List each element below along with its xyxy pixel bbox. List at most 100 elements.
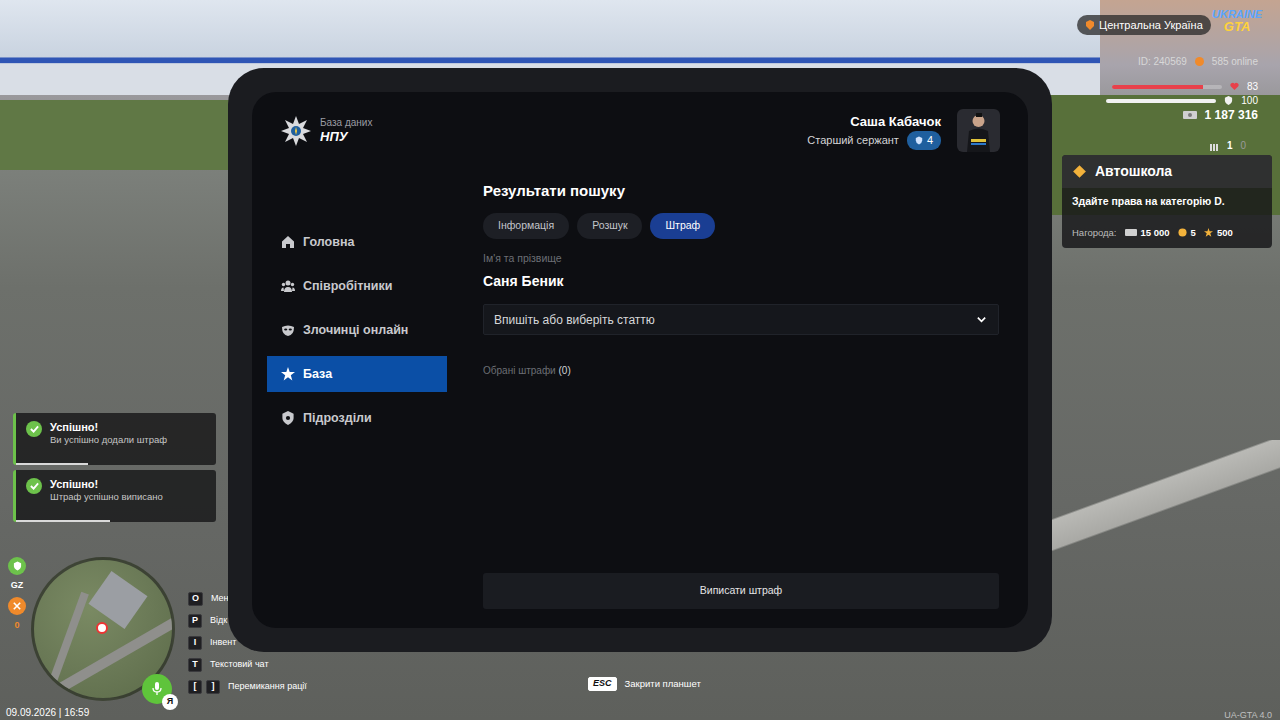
notification-timer (16, 520, 216, 522)
quest-rewards: Нагорода: 15 0005500 (1072, 226, 1262, 240)
sidebar-label: База (303, 365, 332, 384)
ammo-icon (1209, 141, 1219, 151)
shield-icon (281, 411, 295, 425)
armor-track (1106, 99, 1216, 103)
sidebar-label: Головна (303, 233, 354, 252)
version: UA-GTA 4.0 (1224, 709, 1272, 720)
key-cap: O (188, 592, 203, 606)
rank-level: 4 (907, 131, 941, 150)
key-hint-label: Мен (211, 592, 229, 606)
money: 1 187 316 (1183, 106, 1258, 124)
notification-body: Успішно!Штраф успішно виписано (50, 478, 163, 514)
quest-icon (1073, 165, 1086, 178)
sidebar-item[interactable]: Співробітники (267, 268, 447, 304)
issue-fine-button[interactable]: Виписати штраф (483, 573, 999, 609)
ammo-reserve: 0 (1240, 138, 1246, 153)
quest-text: Здайте права на категорію D. (1072, 194, 1262, 210)
people-icon (281, 279, 295, 293)
gangzone-icon (8, 557, 26, 575)
notification: Успішно!Ви успішно додали штраф (13, 413, 216, 465)
chosen-count: (0) (558, 365, 570, 376)
result-tab[interactable]: Штраф (650, 213, 715, 239)
esc-key: ESC (588, 677, 617, 691)
player-marker (96, 622, 108, 634)
sidebar-label: Злочинці онлайн (303, 321, 408, 340)
logo-bottom: GTA (1212, 20, 1262, 33)
result-tab[interactable]: Розшук (577, 213, 642, 239)
key-cap: P (188, 614, 202, 628)
map-building (89, 571, 148, 629)
microphone-icon (152, 682, 162, 696)
notification-body: Успішно!Ви успішно додали штраф (50, 421, 167, 457)
suspect-name: Саня Беник (483, 271, 999, 292)
result-tabs: Інформація Розшук Штраф (483, 213, 999, 239)
key-cap: T (188, 658, 202, 672)
notification-text: Ви успішно додали штраф (50, 434, 167, 446)
result-tab[interactable]: Інформація (483, 213, 569, 239)
article-select (483, 304, 999, 335)
quest-title: Автошкола (1095, 161, 1172, 182)
region-label: Центральна Україна (1099, 17, 1203, 34)
mask-icon (281, 323, 295, 337)
user-avatar (957, 109, 1000, 152)
sidebar-label: Співробітники (303, 277, 393, 296)
notification-timer-fill (16, 520, 110, 522)
key-hint-label: Перемикання рації (228, 680, 307, 694)
key-hint-label: Текстовий чат (210, 658, 269, 672)
search-results: Результати пошуку ІнформаціяРозшукШтраф … (483, 154, 999, 628)
police-tablet: База даних НПУ Саша Кабачок Старший серж… (228, 68, 1052, 652)
money-value: 1 187 316 (1205, 106, 1258, 124)
ammo: 1 0 (1209, 138, 1246, 153)
armor-row: 100 (1106, 94, 1258, 107)
key-group: [] (188, 680, 220, 694)
online-icon (1195, 57, 1204, 66)
sidebar-item[interactable]: Підрозділи (267, 400, 447, 436)
voice-badge: Я (162, 694, 178, 710)
voice-button[interactable]: Я (142, 674, 172, 704)
tablet-header: База даних НПУ Саша Кабачок Старший серж… (252, 92, 1028, 154)
region-icon (1085, 20, 1095, 30)
tablet-logo: База даних НПУ (280, 115, 372, 147)
id-line: ID: 240569 585 online (1138, 54, 1258, 69)
user-name: Саша Кабачок (807, 112, 941, 132)
chevron-down-icon[interactable] (976, 314, 987, 325)
key-hint-label: Інвент (210, 636, 236, 650)
article-input[interactable] (483, 304, 999, 335)
notifications: Успішно!Ви успішно додали штраф Успішно!Ш… (13, 413, 216, 527)
key-cap: I (188, 636, 202, 650)
results-heading: Результати пошуку (483, 180, 999, 203)
status-icons: GZ 0 (6, 557, 28, 632)
org-name: НПУ (320, 129, 372, 145)
check-icon (26, 478, 42, 494)
sidebar-item[interactable]: Головна (267, 224, 447, 260)
key-group: T (188, 658, 202, 672)
cash-icon (1183, 110, 1197, 120)
key-cap: [ (188, 680, 202, 694)
date-time: 09.09.2026 | 16:59 (6, 705, 89, 720)
health-row: 83 (1112, 80, 1258, 93)
notification-timer (16, 463, 216, 465)
gangzone-label: GZ (6, 579, 28, 593)
health-fill (1112, 85, 1203, 89)
reward-item: 500 (1204, 226, 1233, 240)
heart-icon (1230, 82, 1239, 91)
grass (0, 100, 240, 170)
online-count: 585 online (1212, 54, 1258, 69)
armor-fill (1106, 99, 1216, 103)
sidebar-item[interactable]: База (267, 356, 447, 392)
reward-value: 5 (1191, 226, 1196, 240)
home-icon (281, 235, 295, 249)
wanted-level: 0 (6, 619, 28, 633)
server-logo: UKRAINE GTA (1212, 9, 1262, 33)
notification-title: Успішно! (50, 421, 167, 434)
shield-icon (915, 136, 923, 145)
quest-card: Автошкола Здайте права на категорію D. Н… (1062, 155, 1272, 248)
user-card: Саша Кабачок Старший сержант 4 (807, 109, 1000, 152)
sidebar-item[interactable]: Злочинці онлайн (267, 312, 447, 348)
notification-timer-fill (16, 463, 88, 465)
key-hint: T Текстовий чат (188, 654, 307, 676)
sidebar: Головна Співробітники Злочинці онлайн База П… (267, 154, 447, 628)
reward-value: 500 (1217, 226, 1233, 240)
health-value: 83 (1247, 79, 1258, 94)
police-emblem-icon (280, 115, 312, 147)
